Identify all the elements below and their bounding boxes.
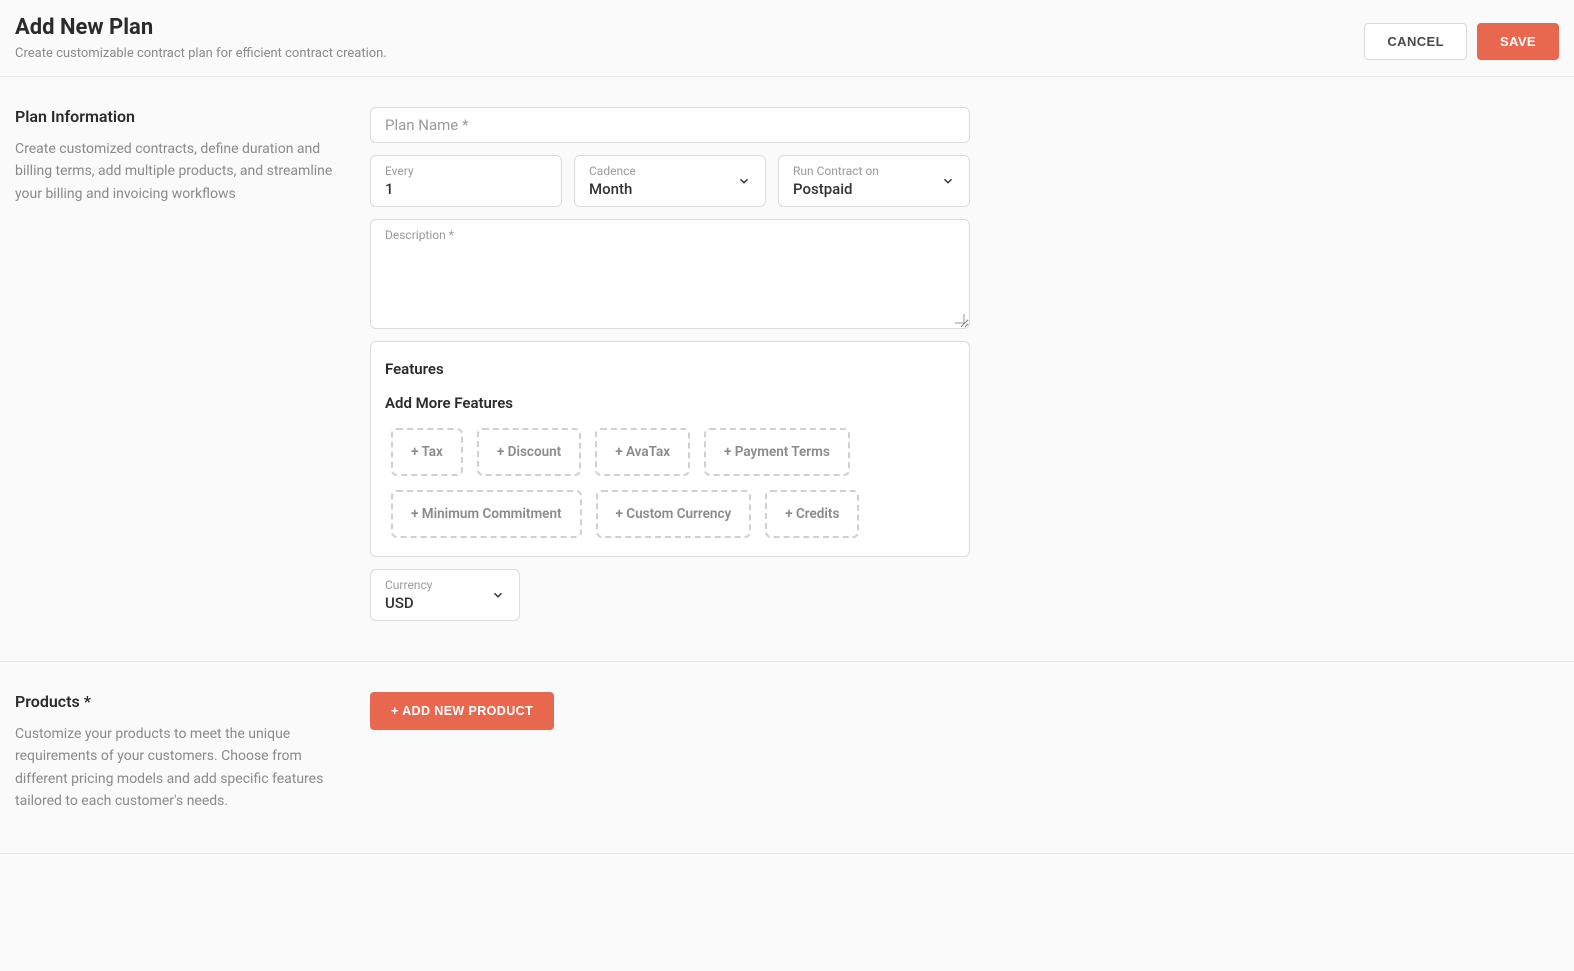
run-contract-label: Run Contract on bbox=[793, 164, 879, 178]
feature-chip-custom-currency[interactable]: + Custom Currency bbox=[596, 490, 752, 538]
products-desc: Customize your products to meet the uniq… bbox=[15, 723, 340, 813]
plan-name-input[interactable]: Plan Name * bbox=[370, 107, 970, 143]
products-form: + ADD NEW PRODUCT bbox=[370, 692, 970, 813]
feature-chip-avatax[interactable]: + AvaTax bbox=[595, 428, 690, 476]
plan-info-form: Plan Name * Every 1 Cadence Month Run Co… bbox=[370, 107, 970, 621]
feature-chip-discount[interactable]: + Discount bbox=[477, 428, 581, 476]
currency-value: USD bbox=[385, 594, 432, 612]
plan-info-sidebar: Plan Information Create customized contr… bbox=[15, 107, 370, 621]
features-subtitle: Add More Features bbox=[385, 394, 955, 412]
page-title: Add New Plan bbox=[15, 15, 387, 40]
row-every-cadence-run: Every 1 Cadence Month Run Contract on Po… bbox=[370, 155, 970, 207]
description-textarea[interactable]: Description * bbox=[370, 219, 970, 329]
cadence-label: Cadence bbox=[589, 164, 636, 178]
header-actions: CANCEL SAVE bbox=[1364, 15, 1559, 60]
currency-label: Currency bbox=[385, 578, 432, 592]
products-section: Products * Customize your products to me… bbox=[0, 662, 1574, 854]
every-input[interactable]: Every 1 bbox=[370, 155, 562, 207]
plan-name-label: Plan Name * bbox=[385, 116, 468, 134]
chevron-down-icon bbox=[491, 588, 505, 602]
feature-chip-minimum-commitment[interactable]: + Minimum Commitment bbox=[391, 490, 582, 538]
description-label: Description * bbox=[385, 228, 955, 242]
cadence-select[interactable]: Cadence Month bbox=[574, 155, 766, 207]
chevron-down-icon bbox=[737, 174, 751, 188]
every-label: Every bbox=[385, 164, 547, 178]
add-new-product-button[interactable]: + ADD NEW PRODUCT bbox=[370, 692, 554, 730]
page-subtitle: Create customizable contract plan for ef… bbox=[15, 46, 387, 61]
cancel-button[interactable]: CANCEL bbox=[1364, 23, 1467, 60]
cadence-value: Month bbox=[589, 180, 636, 198]
plan-info-title: Plan Information bbox=[15, 107, 340, 126]
plan-info-desc: Create customized contracts, define dura… bbox=[15, 138, 340, 205]
every-value: 1 bbox=[385, 180, 547, 198]
feature-chip-credits[interactable]: + Credits bbox=[765, 490, 859, 538]
run-contract-select[interactable]: Run Contract on Postpaid bbox=[778, 155, 970, 207]
chevron-down-icon bbox=[941, 174, 955, 188]
products-title: Products * bbox=[15, 692, 340, 711]
features-box: Features Add More Features + Tax + Disco… bbox=[370, 341, 970, 557]
feature-chip-tax[interactable]: + Tax bbox=[391, 428, 463, 476]
page-header: Add New Plan Create customizable contrac… bbox=[0, 0, 1574, 77]
feature-chip-payment-terms[interactable]: + Payment Terms bbox=[704, 428, 850, 476]
products-sidebar: Products * Customize your products to me… bbox=[15, 692, 370, 813]
currency-select[interactable]: Currency USD bbox=[370, 569, 520, 621]
save-button[interactable]: SAVE bbox=[1477, 23, 1559, 60]
features-title: Features bbox=[385, 360, 955, 378]
feature-chips: + Tax + Discount + AvaTax + Payment Term… bbox=[385, 428, 955, 538]
plan-information-section: Plan Information Create customized contr… bbox=[0, 77, 1574, 662]
run-contract-value: Postpaid bbox=[793, 180, 879, 198]
header-title-area: Add New Plan Create customizable contrac… bbox=[15, 15, 387, 61]
